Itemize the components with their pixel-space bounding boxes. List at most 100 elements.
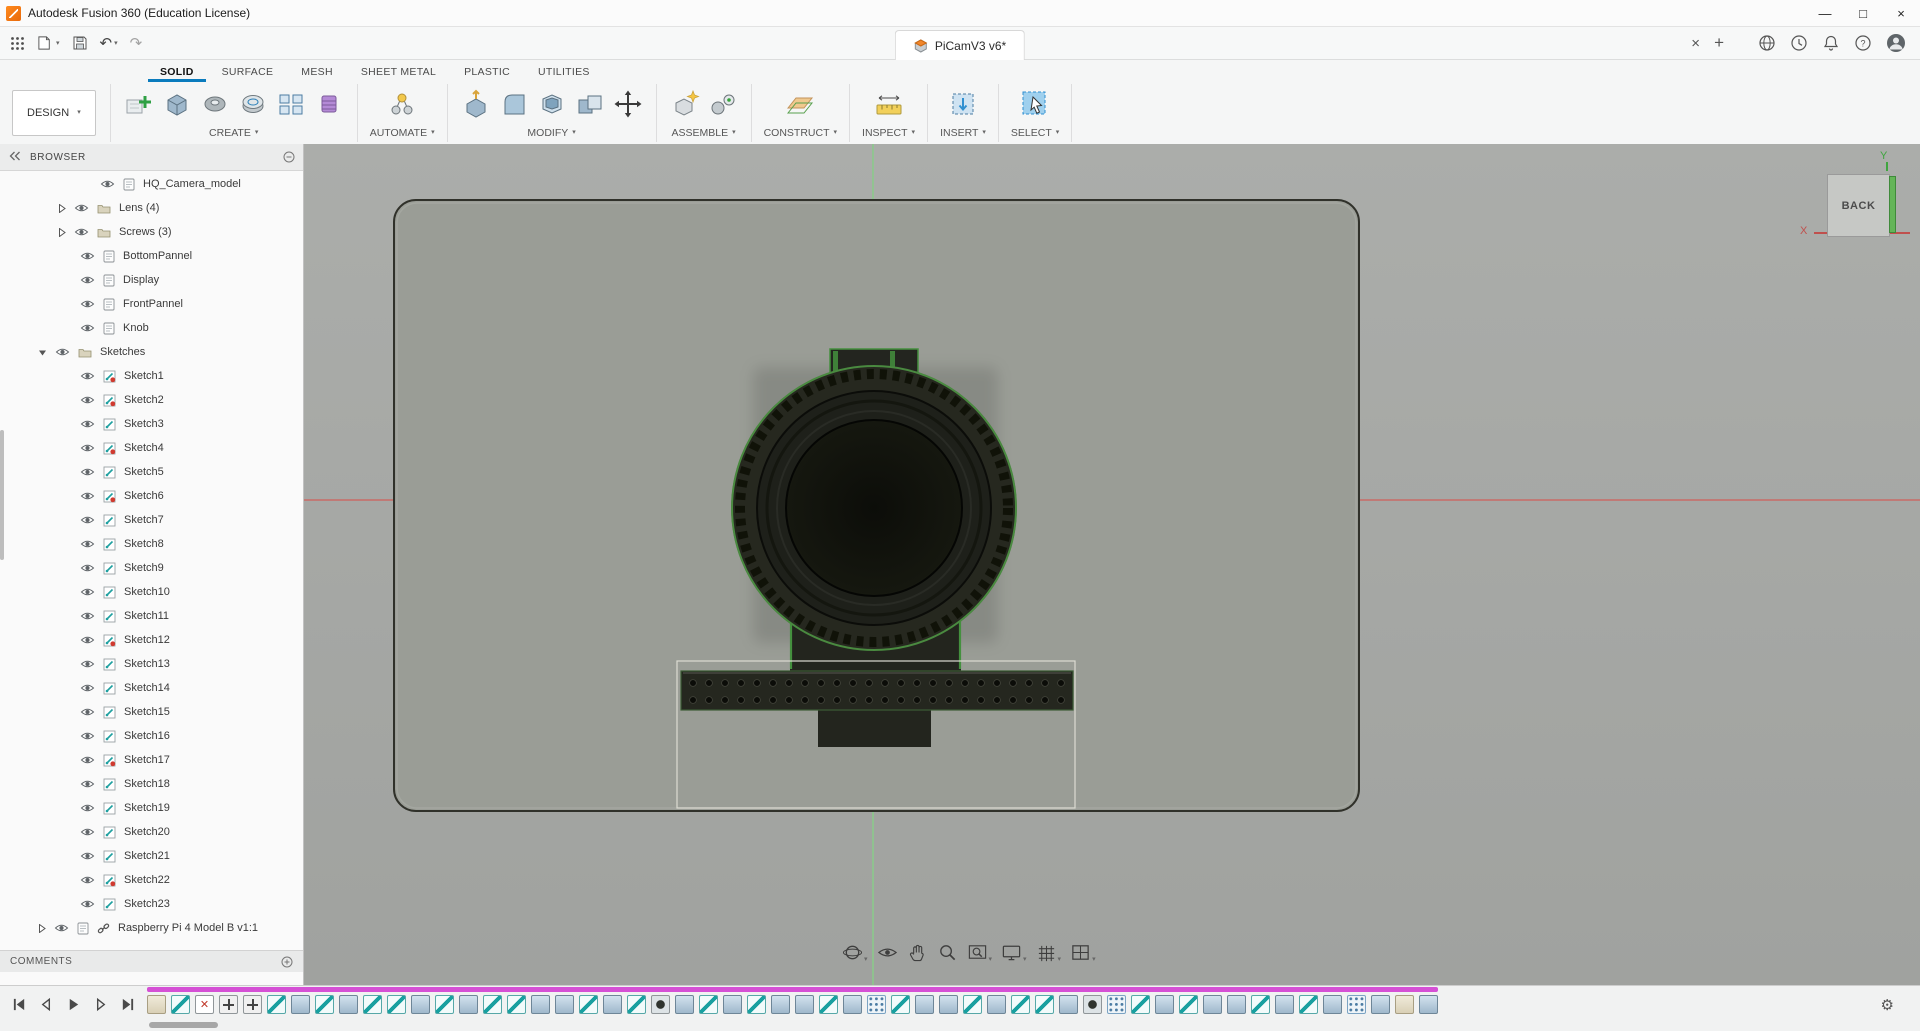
browser-item-bottompannel[interactable]: BottomPannel	[0, 244, 303, 268]
timeline-feature-pattern[interactable]	[867, 995, 886, 1014]
revolve-icon[interactable]	[199, 88, 231, 120]
mounting-strip[interactable]	[680, 670, 1074, 711]
ribbon-group-label-modify[interactable]: MODIFY ▾	[527, 127, 575, 139]
collapse-arrow-icon[interactable]	[38, 348, 47, 357]
ribbon-tab-utilities[interactable]: UTILITIES	[526, 63, 602, 82]
timeline-group-band[interactable]	[147, 987, 1438, 992]
visibility-eye-icon[interactable]	[80, 371, 95, 381]
browser-item-sketch10[interactable]: Sketch10	[0, 580, 303, 604]
timeline-feature-sketch[interactable]	[171, 995, 190, 1014]
coil-icon[interactable]	[313, 88, 345, 120]
rectangular-pattern-icon[interactable]	[275, 88, 307, 120]
shell-icon[interactable]	[536, 88, 568, 120]
timeline-feature-sketch[interactable]	[1251, 995, 1270, 1014]
visibility-eye-icon[interactable]	[54, 923, 69, 933]
job-status-clock-icon[interactable]	[1790, 34, 1808, 52]
visibility-eye-icon[interactable]	[80, 827, 95, 837]
timeline-feature-extrude[interactable]	[987, 995, 1006, 1014]
visibility-eye-icon[interactable]	[80, 251, 95, 261]
ribbon-group-label-select[interactable]: SELECT ▾	[1011, 127, 1059, 139]
visibility-eye-icon[interactable]	[80, 635, 95, 645]
browser-item-sketch3[interactable]: Sketch3	[0, 412, 303, 436]
visibility-eye-icon[interactable]	[80, 851, 95, 861]
visibility-eye-icon[interactable]	[80, 419, 95, 429]
browser-item-sketch5[interactable]: Sketch5	[0, 460, 303, 484]
new-component-icon[interactable]	[669, 88, 701, 120]
timeline-feature-sketch[interactable]	[699, 995, 718, 1014]
viewports-icon[interactable]: ▾	[1070, 942, 1096, 963]
timeline-feature-extrude[interactable]	[531, 995, 550, 1014]
close-button[interactable]: ×	[1882, 0, 1920, 26]
visibility-eye-icon[interactable]	[80, 275, 95, 285]
timeline-feature-sketch[interactable]	[1131, 995, 1150, 1014]
construction-plane-icon[interactable]	[784, 88, 816, 120]
visibility-eye-icon[interactable]	[80, 899, 95, 909]
timeline-feature-sketch[interactable]	[267, 995, 286, 1014]
browser-item-knob[interactable]: Knob	[0, 316, 303, 340]
timeline-feature-extrude[interactable]	[915, 995, 934, 1014]
fillet-icon[interactable]	[498, 88, 530, 120]
timeline-feature-sketch[interactable]	[483, 995, 502, 1014]
step-forward-button[interactable]	[93, 997, 108, 1012]
redo-icon[interactable]: ↷	[130, 34, 143, 52]
browser-item-sketch2[interactable]: Sketch2	[0, 388, 303, 412]
visibility-eye-icon[interactable]	[100, 179, 115, 189]
visibility-eye-icon[interactable]	[80, 491, 95, 501]
browser-item-sketch12[interactable]: Sketch12	[0, 628, 303, 652]
timeline-feature-sketch[interactable]	[507, 995, 526, 1014]
browser-item-sketch13[interactable]: Sketch13	[0, 652, 303, 676]
save-icon[interactable]	[72, 35, 88, 51]
workspace-selector-design[interactable]: DESIGN ▾	[12, 89, 96, 136]
visibility-eye-icon[interactable]	[80, 683, 95, 693]
timeline-feature-extrude[interactable]	[1059, 995, 1078, 1014]
expand-arrow-icon[interactable]	[58, 227, 66, 237]
lens-assembly[interactable]	[731, 365, 1017, 651]
timeline-feature-delete[interactable]	[195, 995, 214, 1014]
pan-icon[interactable]	[907, 942, 928, 963]
browser-item-screws-3[interactable]: Screws (3)	[0, 220, 303, 244]
select-icon[interactable]	[1019, 88, 1051, 120]
timeline-feature-sketch[interactable]	[435, 995, 454, 1014]
undo-icon[interactable]: ↶ ▾	[100, 34, 118, 52]
timeline-feature-extrude[interactable]	[795, 995, 814, 1014]
sweep-icon[interactable]	[237, 88, 269, 120]
browser-item-sketch17[interactable]: Sketch17	[0, 748, 303, 772]
visibility-eye-icon[interactable]	[74, 203, 89, 213]
viewcube[interactable]: BACK X Y	[1800, 150, 1920, 250]
help-icon[interactable]: ?	[1854, 34, 1872, 52]
timeline-feature-sketch[interactable]	[747, 995, 766, 1014]
timeline-feature-sketch[interactable]	[1299, 995, 1318, 1014]
timeline-feature-extrude[interactable]	[675, 995, 694, 1014]
timeline-feature-extrude[interactable]	[603, 995, 622, 1014]
notifications-bell-icon[interactable]	[1822, 34, 1840, 52]
close-document-icon[interactable]: ×	[1691, 35, 1700, 52]
browser-item-sketch19[interactable]: Sketch19	[0, 796, 303, 820]
visibility-eye-icon[interactable]	[80, 707, 95, 717]
browser-item-sketch1[interactable]: Sketch1	[0, 364, 303, 388]
visibility-eye-icon[interactable]	[80, 779, 95, 789]
timeline-feature-extrude[interactable]	[843, 995, 862, 1014]
timeline-feature-component[interactable]	[147, 995, 166, 1014]
browser-item-sketch7[interactable]: Sketch7	[0, 508, 303, 532]
timeline-feature-move[interactable]	[243, 995, 262, 1014]
minimize-button[interactable]: —	[1806, 0, 1844, 26]
timeline-feature-pattern[interactable]	[1107, 995, 1126, 1014]
visibility-eye-icon[interactable]	[80, 443, 95, 453]
ribbon-group-label-automate[interactable]: AUTOMATE ▾	[370, 127, 435, 139]
timeline-scrollbar[interactable]	[149, 1022, 218, 1028]
step-back-button[interactable]	[39, 997, 54, 1012]
timeline-feature-hole[interactable]	[651, 995, 670, 1014]
visibility-eye-icon[interactable]	[80, 515, 95, 525]
zoom-icon[interactable]	[937, 942, 958, 963]
combine-icon[interactable]	[574, 88, 606, 120]
ribbon-group-label-inspect[interactable]: INSPECT ▾	[862, 127, 915, 139]
comments-expand-icon[interactable]	[281, 956, 293, 968]
visibility-eye-icon[interactable]	[80, 563, 95, 573]
browser-item-sketch18[interactable]: Sketch18	[0, 772, 303, 796]
file-menu-icon[interactable]: ▾	[37, 35, 60, 51]
ribbon-tab-surface[interactable]: SURFACE	[210, 63, 286, 82]
visibility-eye-icon[interactable]	[80, 755, 95, 765]
visibility-eye-icon[interactable]	[80, 803, 95, 813]
browser-item-frontpannel[interactable]: FrontPannel	[0, 292, 303, 316]
visibility-eye-icon[interactable]	[80, 395, 95, 405]
